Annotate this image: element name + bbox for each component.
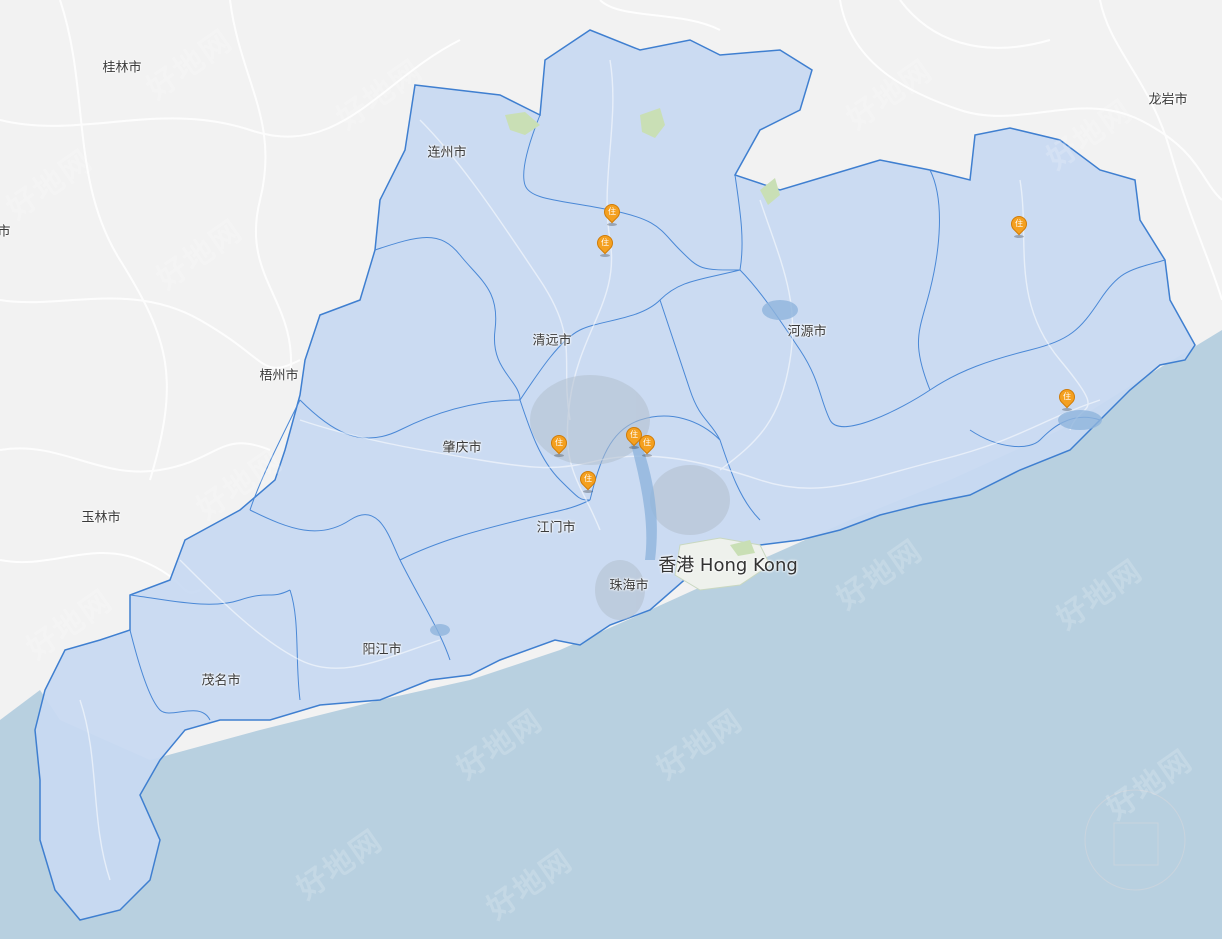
marker-shadow — [600, 254, 610, 257]
city-label-wuzhou: 梧州市 — [259, 368, 299, 384]
marker-shadow — [607, 223, 617, 226]
map-view[interactable]: 好地网 好地网 好地网 好地网 好地网 好地网 好地网 好地网 好地网 好地网 … — [0, 0, 1222, 939]
marker-shadow — [1062, 408, 1072, 411]
marker-label: 住 — [584, 474, 592, 483]
city-label-zhaoqing: 肇庆市 — [442, 440, 482, 456]
city-label-heyuan: 河源市 — [787, 324, 827, 340]
city-label-jiangmen: 江门市 — [536, 520, 576, 536]
marker-shadow — [554, 454, 564, 457]
property-marker[interactable]: 住 — [635, 431, 659, 457]
property-marker[interactable]: 住 — [547, 431, 571, 457]
city-label-yangjiang: 阳江市 — [362, 642, 402, 658]
marker-label: 住 — [643, 438, 651, 447]
map-canvas[interactable] — [0, 0, 1222, 939]
marker-label: 住 — [601, 238, 609, 247]
marker-shadow — [583, 490, 593, 493]
marker-shadow — [1014, 235, 1024, 238]
city-label-qingyuan: 清远市 — [532, 333, 572, 349]
city-label-longyan: 龙岩市 — [1148, 92, 1188, 108]
marker-shadow — [642, 454, 652, 457]
marker-label: 住 — [555, 438, 563, 447]
city-label-lianzhou: 连州市 — [427, 145, 467, 161]
city-label-guilin: 桂林市 — [102, 60, 142, 76]
property-marker[interactable]: 住 — [576, 467, 600, 493]
city-label-yulin: 玉林市 — [81, 510, 121, 526]
marker-label: 住 — [1063, 392, 1071, 401]
property-marker[interactable]: 住 — [1055, 385, 1079, 411]
property-marker[interactable]: 住 — [600, 200, 624, 226]
marker-label: 住 — [1015, 219, 1023, 228]
marker-label: 住 — [608, 207, 616, 216]
property-marker[interactable]: 住 — [1007, 212, 1031, 238]
city-label-left-edge: 市 — [0, 224, 11, 240]
marker-shadow — [629, 446, 639, 449]
city-label-maoming: 茂名市 — [201, 673, 241, 689]
city-label-zhuhai: 珠海市 — [609, 578, 649, 594]
city-label-hong-kong: 香港 Hong Kong — [658, 555, 798, 576]
property-marker[interactable]: 住 — [593, 231, 617, 257]
